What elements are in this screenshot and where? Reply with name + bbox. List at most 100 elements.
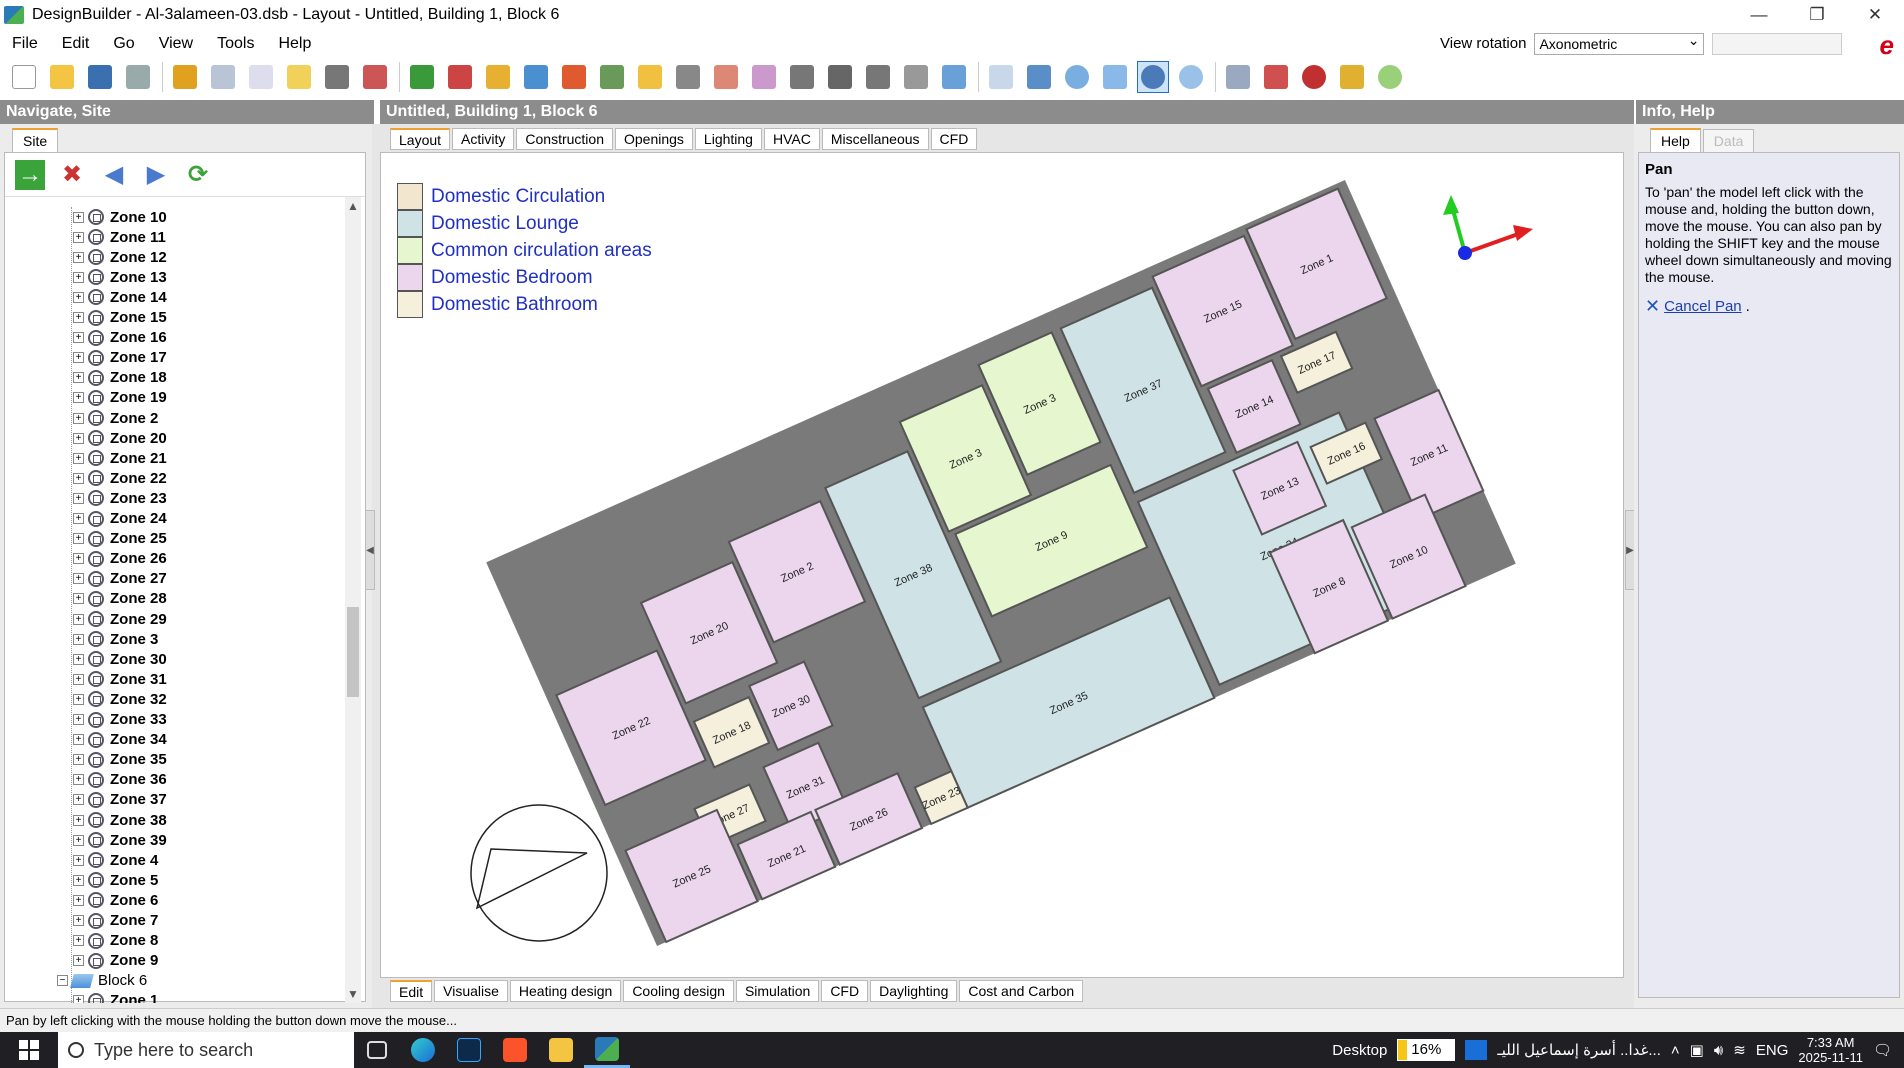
wifi-icon[interactable]: ≋ (1733, 1041, 1746, 1059)
tree-zone-item[interactable]: + Zone 27 (73, 569, 167, 589)
pen-button[interactable] (900, 61, 932, 93)
settings-button[interactable] (169, 61, 201, 93)
add-component-button[interactable] (558, 61, 590, 93)
open-file-button[interactable] (46, 61, 78, 93)
chevron-up-icon[interactable]: ˄ (1671, 1042, 1680, 1059)
tab-activity[interactable]: Activity (452, 128, 515, 150)
add-partition-button[interactable] (520, 61, 552, 93)
edit2-button[interactable] (748, 61, 780, 93)
tab-cfd-bottom[interactable]: CFD (821, 980, 869, 1002)
tree-zone-item[interactable]: + Zone 20 (73, 428, 167, 448)
zoom-extents-button[interactable] (1099, 61, 1131, 93)
expand-icon[interactable]: + (73, 372, 84, 384)
go-button[interactable]: → (15, 159, 45, 190)
expand-icon[interactable]: + (73, 854, 84, 866)
select-button[interactable] (406, 61, 438, 93)
tree-zone-item[interactable]: + Zone 34 (73, 730, 167, 750)
menu-view[interactable]: View (147, 35, 205, 53)
designbuilder-taskbar-button[interactable] (584, 1032, 630, 1068)
expand-icon[interactable]: + (73, 734, 84, 746)
optimize-button[interactable] (1336, 61, 1368, 93)
lca-button[interactable] (1374, 61, 1406, 93)
stack-button[interactable] (672, 61, 704, 93)
tree-zone-item[interactable]: + Zone 26 (73, 549, 167, 569)
expand-icon[interactable]: + (73, 211, 84, 223)
expand-icon[interactable]: + (73, 513, 84, 524)
expand-icon[interactable]: + (73, 392, 84, 404)
tab-cooling-design[interactable]: Cooling design (623, 980, 734, 1002)
new-file-button[interactable] (8, 61, 40, 93)
rotate-button[interactable] (1023, 61, 1055, 93)
expand-icon[interactable]: + (73, 693, 84, 705)
solid-button[interactable] (786, 61, 818, 93)
expand-icon[interactable]: + (73, 754, 84, 766)
expand-icon[interactable]: + (73, 452, 84, 464)
tab-layout[interactable]: Layout (390, 128, 451, 150)
tab-visualise[interactable]: Visualise (434, 980, 508, 1002)
notifications-icon[interactable]: 🗨︎ (1873, 1041, 1892, 1059)
tab-data[interactable]: Data (1702, 129, 1755, 152)
tree-zone-item[interactable]: + Zone 38 (73, 810, 167, 830)
expand-icon[interactable]: + (73, 492, 84, 504)
clock[interactable]: 7:33 AM 2025-11-11 (1798, 1035, 1863, 1065)
tab-construction[interactable]: Construction (516, 128, 613, 150)
tree-zone-item[interactable]: + Zone 7 (73, 911, 158, 931)
tree-zone-item[interactable]: + Zone 21 (73, 448, 167, 468)
expand-icon[interactable]: + (73, 231, 84, 243)
outlook-icon[interactable] (1465, 1040, 1488, 1060)
add-surface-button[interactable] (596, 61, 628, 93)
expand-icon[interactable]: + (73, 352, 84, 364)
expand-icon[interactable]: + (73, 251, 84, 263)
tree-zone-item[interactable]: + Zone 23 (73, 488, 167, 508)
expand-icon[interactable]: + (73, 673, 84, 685)
back-arrow-icon[interactable]: ◀ (99, 160, 129, 190)
tab-simulation[interactable]: Simulation (735, 980, 820, 1002)
desktop-label[interactable]: Desktop (1332, 1042, 1387, 1059)
tree-zone-item[interactable]: + Zone 37 (73, 790, 167, 810)
tree-block-item[interactable]: − Block 6 (57, 971, 147, 991)
tab-openings[interactable]: Openings (614, 128, 693, 150)
tab-daylighting[interactable]: Daylighting (870, 980, 958, 1002)
cancel-pan[interactable]: ✕ Cancel Pan. (1645, 296, 1893, 317)
tree-zone-item[interactable]: + Zone 4 (73, 850, 158, 870)
brave-button[interactable] (492, 1032, 538, 1068)
minimize-button[interactable]: — (1730, 0, 1788, 30)
photoshop-button[interactable] (446, 1032, 492, 1068)
tree-zone-item[interactable]: + Zone 9 (73, 951, 158, 971)
add-block-button[interactable] (482, 61, 514, 93)
expand-icon[interactable]: + (73, 271, 84, 283)
model-canvas[interactable]: Zone 22 Zone 20 Zone 2 Zone 38 Zone 3 Zone 3Z… (380, 152, 1624, 978)
tab-lighting[interactable]: Lighting (694, 128, 762, 150)
tab-edit[interactable]: Edit (390, 980, 433, 1002)
cancel-pan-link[interactable]: Cancel Pan (1664, 298, 1742, 315)
tree-zone-item[interactable]: + Zone 35 (73, 750, 167, 770)
tab-heating-design[interactable]: Heating design (509, 980, 622, 1002)
left-splitter-icon[interactable]: ◀ (365, 510, 375, 590)
tree-zone-item[interactable]: + Zone 17 (73, 348, 167, 368)
expand-icon[interactable]: + (73, 573, 84, 585)
tree-zone-item[interactable]: + Zone 12 (73, 247, 167, 267)
tree-zone-item[interactable]: + Zone 28 (73, 589, 167, 609)
collapse-icon[interactable]: − (57, 975, 68, 987)
task-view-button[interactable] (354, 1032, 400, 1068)
expand-icon[interactable]: + (73, 935, 84, 947)
tree-zone-item[interactable]: + Zone 29 (73, 609, 167, 629)
view-rotation-extra-field[interactable] (1712, 32, 1843, 55)
tree-zone-item[interactable]: + Zone 24 (73, 509, 167, 529)
notification-text[interactable]: غدا.. أسرة إسماعيل الليـ... (1497, 1041, 1661, 1059)
tree-zone-item[interactable]: + Zone 5 (73, 870, 158, 890)
expand-icon[interactable]: + (73, 915, 84, 926)
tab-help[interactable]: Help (1650, 128, 1701, 152)
expand-icon[interactable]: + (73, 714, 84, 725)
expand-icon[interactable]: + (73, 432, 84, 444)
tree-zone-item[interactable]: + Zone 14 (73, 287, 167, 307)
menu-edit[interactable]: Edit (50, 35, 102, 53)
tab-hvac[interactable]: HVAC (763, 128, 820, 150)
grid-button[interactable] (207, 61, 239, 93)
add-building-button[interactable] (444, 61, 476, 93)
tree-zone-item[interactable]: + Zone 22 (73, 468, 167, 488)
ruler-button[interactable] (938, 61, 970, 93)
forward-arrow-icon[interactable]: ▶ (141, 160, 171, 190)
expand-icon[interactable]: + (73, 291, 84, 303)
close-button[interactable]: ✕ (1846, 0, 1904, 30)
